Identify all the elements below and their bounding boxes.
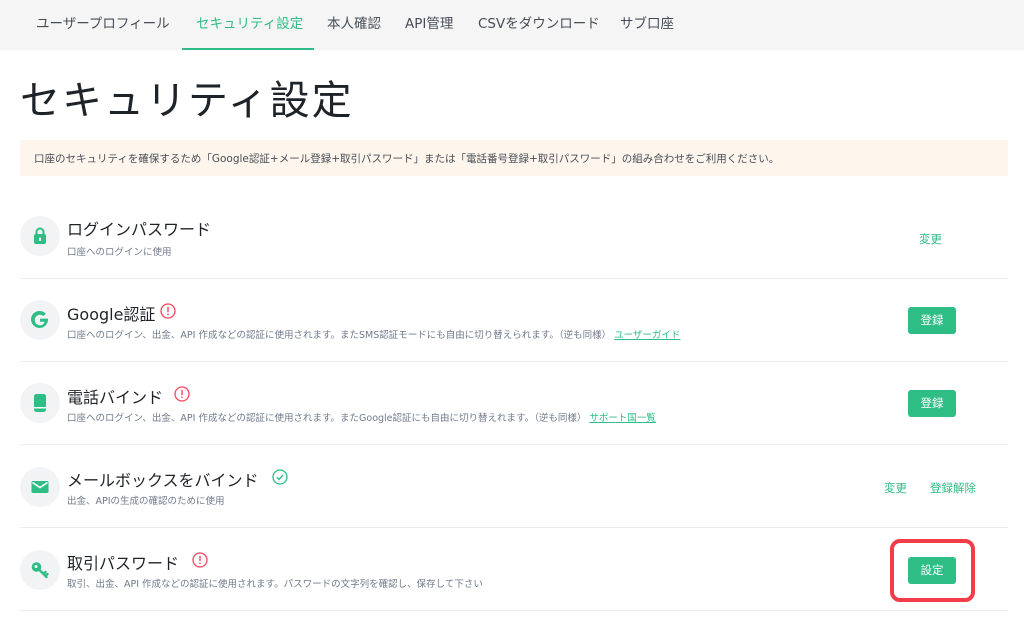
tab-bar: ユーザープロフィール セキュリティ設定 本人確認 API管理 CSVをダウンロー… <box>0 0 1024 50</box>
supported-countries-link[interactable]: サポート国一覧 <box>589 413 656 424</box>
tab-csv-download[interactable]: CSVをダウンロード <box>478 0 600 50</box>
security-row-phone: 電話バインド 口座へのログイン、出金、API 作成などの認証に使用されます。また… <box>20 362 1008 445</box>
tab-identity-verification[interactable]: 本人確認 <box>327 0 381 50</box>
key-icon <box>20 550 60 590</box>
verified-check-icon <box>272 469 288 485</box>
active-tab-indicator <box>182 48 314 50</box>
row-description-text: 口座へのログイン、出金、API 作成などの認証に使用されます。またGoogle認… <box>67 413 587 424</box>
tab-api-management[interactable]: API管理 <box>405 0 453 50</box>
row-description-text: 口座へのログイン、出金、API 作成などの認証に使用されます。またSMS認証モー… <box>67 330 612 341</box>
unbind-email-link[interactable]: 登録解除 <box>930 480 976 496</box>
google-icon <box>20 300 60 340</box>
security-row-google-auth: Google認証 口座へのログイン、出金、API 作成などの認証に使用されます。… <box>20 279 1008 362</box>
security-row-login-password: ログインパスワード 口座へのログインに使用 変更 <box>20 196 1008 279</box>
page-title: セキュリティ設定 <box>20 78 354 124</box>
row-title: 取引パスワード <box>67 554 180 573</box>
row-description: 口座へのログイン、出金、API 作成などの認証に使用されます。またSMS認証モー… <box>67 327 680 341</box>
row-description: 口座へのログインに使用 <box>67 247 172 258</box>
change-login-password-link[interactable]: 変更 <box>919 231 942 247</box>
notice-banner: 口座のセキュリティを確保するため「Google認証+メール登録+取引パスワード」… <box>20 140 1008 176</box>
warning-icon <box>192 552 208 568</box>
set-trade-password-button[interactable]: 設定 <box>908 557 956 584</box>
register-phone-button[interactable]: 登録 <box>908 390 956 417</box>
security-row-email: メールボックスをバインド 出金、APIの生成の確認のために使用 変更 登録解除 <box>20 445 1008 528</box>
change-email-link[interactable]: 変更 <box>884 480 907 496</box>
warning-icon <box>174 386 190 402</box>
security-row-trade-password: 取引パスワード 取引、出金、API 作成などの認証に使用されます。パスワードの文… <box>20 528 1008 611</box>
user-guide-link[interactable]: ユーザーガイド <box>614 330 680 341</box>
lock-icon <box>20 216 60 256</box>
tab-sub-account[interactable]: サブ口座 <box>620 0 674 50</box>
row-title: 電話バインド <box>67 388 164 407</box>
row-title: Google認証 <box>67 305 156 324</box>
register-google-auth-button[interactable]: 登録 <box>908 307 956 334</box>
row-description: 出金、APIの生成の確認のために使用 <box>67 496 225 507</box>
warning-icon <box>160 303 176 319</box>
row-title: メールボックスをバインド <box>67 471 259 490</box>
row-description: 取引、出金、API 作成などの認証に使用されます。パスワードの文字列を確認し、保… <box>67 579 483 590</box>
notice-text: 口座のセキュリティを確保するため「Google認証+メール登録+取引パスワード」… <box>34 153 780 165</box>
tab-user-profile[interactable]: ユーザープロフィール <box>36 0 170 50</box>
tab-security-settings[interactable]: セキュリティ設定 <box>196 0 303 50</box>
row-title: ログインパスワード <box>67 220 212 239</box>
mail-icon <box>20 467 60 507</box>
phone-icon <box>20 383 60 423</box>
row-description: 口座へのログイン、出金、API 作成などの認証に使用されます。またGoogle認… <box>67 410 656 424</box>
